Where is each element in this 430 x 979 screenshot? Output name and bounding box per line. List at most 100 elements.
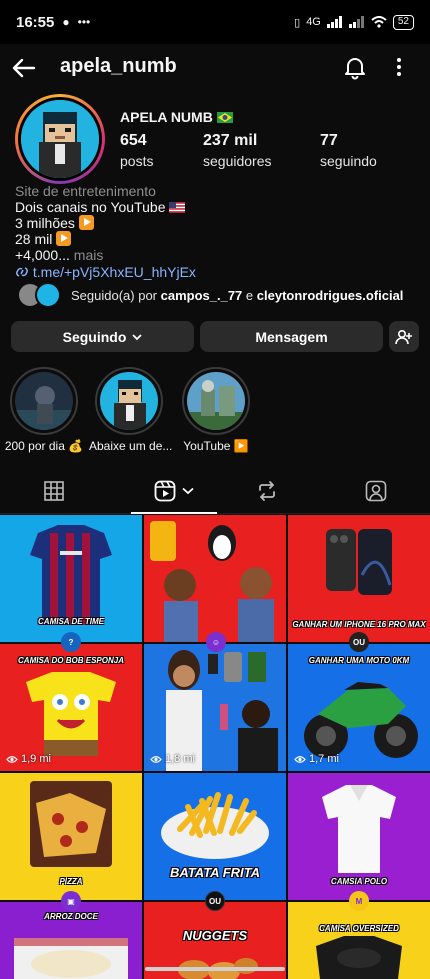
- reel-caption: GANHAR UM IPHONE 16 PRO MAX: [292, 620, 426, 629]
- reel-caption: BATATA FRITA: [169, 865, 260, 880]
- reel-tile[interactable]: CAMISA OVERSIZED: [288, 902, 430, 979]
- vibrate-icon: ▯: [294, 16, 301, 29]
- tab-posts-grid[interactable]: [11, 468, 97, 513]
- signal-2-icon: [348, 16, 364, 28]
- view-count: 1,7 mi: [294, 753, 339, 765]
- grid-icon: [44, 480, 64, 501]
- reel-caption: CAMSIA POLO: [330, 877, 388, 886]
- usa-flag-icon: [169, 202, 186, 213]
- highlight-label: 200 por dia 💰: [4, 439, 84, 453]
- reel-tile[interactable]: CAMSIA POLO: [288, 773, 430, 900]
- highlight-image: [15, 372, 73, 430]
- profile-bio: Site de entretenimento Dois canais no Yo…: [15, 183, 415, 280]
- highlight-image: [100, 372, 158, 430]
- signal-icon: [326, 16, 342, 28]
- reel-tile[interactable]: [144, 515, 286, 642]
- add-person-icon: [395, 329, 412, 344]
- link-icon: [16, 267, 28, 277]
- eye-icon: [150, 755, 162, 763]
- followed-by[interactable]: Seguido(a) por campos_._77 e cleytonrodr…: [17, 281, 403, 309]
- profile-avatar[interactable]: [15, 94, 105, 184]
- view-count: 1,9 mi: [6, 753, 51, 765]
- tab-reels[interactable]: [131, 468, 217, 514]
- reels-grid: CAMISA DE TIME ? ☺ GANHAR UM IPHONE 16 P…: [0, 515, 430, 979]
- highlight-image: [187, 372, 245, 430]
- reel-tile[interactable]: PIZZA: [0, 773, 142, 900]
- reel-caption: NUGGETS: [182, 928, 248, 943]
- reel-thumbnail: [144, 515, 286, 642]
- tab-tagged[interactable]: [333, 468, 419, 513]
- reel-tile[interactable]: GANHAR UM IPHONE 16 PRO MAX: [288, 515, 430, 642]
- bio-line-1: Dois canais no YouTube: [15, 199, 415, 215]
- stat-posts[interactable]: 654 posts: [120, 132, 153, 169]
- m-badge-icon: M: [349, 891, 369, 911]
- bell-icon[interactable]: [342, 54, 368, 80]
- profile-stats: 654 posts 237 mil seguidores 77 seguindo: [120, 132, 420, 172]
- reel-tile[interactable]: CAMISA DO BOB ESPONJA 1,9 mi: [0, 644, 142, 771]
- chevron-down-icon: [182, 487, 194, 494]
- highlight-item[interactable]: Abaixe um de...: [89, 367, 173, 453]
- eye-icon: [294, 755, 306, 763]
- bio-line-3: 28 mil: [15, 231, 415, 247]
- content-tabs: [0, 468, 430, 514]
- view-count: 1,8 mi: [150, 753, 195, 765]
- reel-thumbnail: [144, 644, 286, 771]
- reel-thumbnail: [144, 773, 286, 900]
- battery-icon: 52: [392, 14, 414, 30]
- profile-category: Site de entretenimento: [15, 183, 156, 199]
- play-button-icon: [56, 231, 72, 246]
- message-button[interactable]: Mensagem: [200, 321, 383, 352]
- status-time: 16:55: [16, 13, 55, 31]
- more-options-icon[interactable]: [388, 54, 410, 80]
- tab-reposts[interactable]: [224, 468, 310, 513]
- reel-tile[interactable]: 1,8 mi: [144, 644, 286, 771]
- top-bar: apela_numb: [0, 44, 430, 90]
- reel-tile[interactable]: GANHAR UMA MOTO 0KM 1,7 mi: [288, 644, 430, 771]
- reel-tile[interactable]: ARROZ DOCE: [0, 902, 142, 979]
- story-highlights: 200 por dia 💰 Abaixe um de... YouTube ▶️: [0, 367, 430, 459]
- reel-tile[interactable]: CAMISA DE TIME: [0, 515, 142, 642]
- bio-link[interactable]: t.me/+pVj5XhxEU_hhYjEx: [15, 264, 415, 280]
- more-notifications-icon: •••: [77, 15, 91, 29]
- wifi-icon: [371, 16, 387, 28]
- profile-screen: apela_numb APELA NUMB 654 posts 237 mil …: [0, 44, 430, 979]
- ou-badge-icon: OU: [349, 632, 369, 652]
- following-button[interactable]: Seguindo: [11, 321, 194, 352]
- status-bar: 16:55 ● ••• ▯ 4G 52: [0, 0, 430, 44]
- reel-caption: ARROZ DOCE: [44, 912, 98, 921]
- reel-caption: PIZZA: [59, 877, 83, 886]
- reel-caption: CAMISA OVERSIZED: [319, 924, 399, 933]
- stat-following[interactable]: 77 seguindo: [320, 132, 377, 169]
- ou-badge-icon: OU: [205, 891, 225, 911]
- highlight-item[interactable]: 200 por dia 💰: [4, 367, 84, 453]
- highlight-label: YouTube ▶️: [183, 439, 249, 453]
- suggest-people-button[interactable]: [389, 321, 419, 352]
- reel-caption: CAMISA DO BOB ESPONJA: [18, 656, 124, 665]
- reel-tile[interactable]: BATATA FRITA: [144, 773, 286, 900]
- highlight-item[interactable]: YouTube ▶️: [176, 367, 256, 453]
- bio-line-4: +4,000... mais: [15, 247, 104, 263]
- avatar-image: [21, 100, 99, 178]
- reel-caption: GANHAR UMA MOTO 0KM: [308, 656, 410, 665]
- chat-bubble-icon: ●: [62, 15, 70, 29]
- bio-line-2: 3 milhões: [15, 215, 415, 231]
- followed-by-text: Seguido(a) por campos_._77 e cleytonrodr…: [71, 287, 404, 303]
- highlight-label: Abaixe um de...: [89, 439, 173, 453]
- brazil-flag-icon: [216, 112, 233, 123]
- back-arrow-icon[interactable]: [10, 54, 38, 82]
- stat-followers[interactable]: 237 mil seguidores: [203, 132, 272, 169]
- emoji-badge-icon: ☺: [206, 632, 226, 652]
- home-indicator[interactable]: [145, 967, 285, 971]
- burger-badge-icon: ▣: [61, 891, 81, 911]
- network-type: 4G: [306, 16, 321, 28]
- reels-icon: [154, 480, 176, 501]
- reel-caption: CAMISA DE TIME: [38, 617, 104, 626]
- eye-icon: [6, 755, 18, 763]
- play-button-icon: [78, 215, 94, 230]
- display-name: APELA NUMB: [120, 109, 233, 125]
- follower-avatar-2: [35, 282, 61, 308]
- profile-username: apela_numb: [60, 55, 177, 77]
- chevron-down-icon: [132, 333, 143, 340]
- bio-more-link[interactable]: mais: [74, 247, 104, 263]
- reel-thumbnail: [288, 902, 430, 979]
